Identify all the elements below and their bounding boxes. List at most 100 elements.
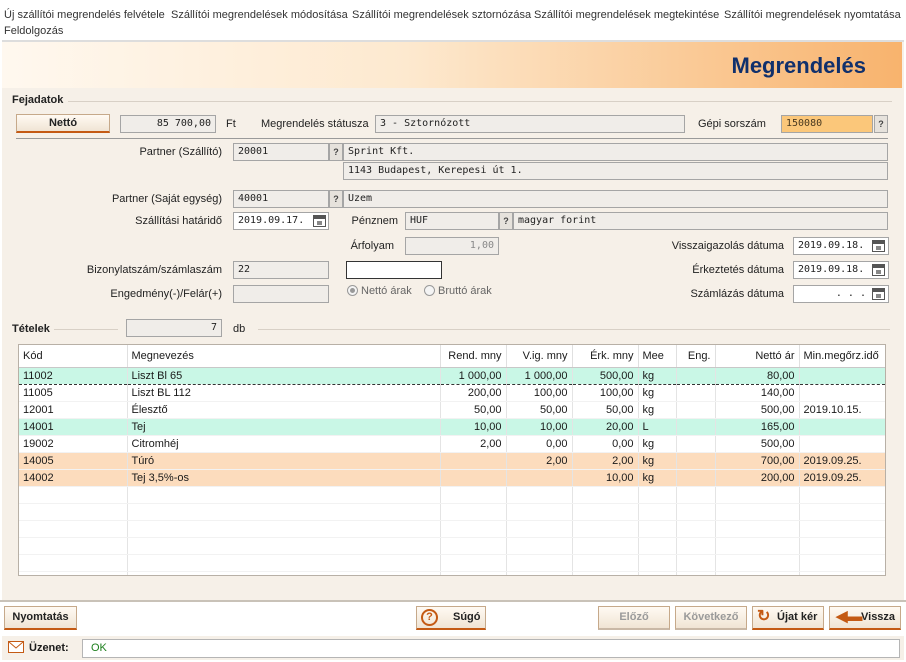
- table-row[interactable]: 14002 Tej 3,5%-os 10,00 kg 200,00 2019.09.25.: [19, 469, 885, 487]
- table-row[interactable]: 19002 Citromhéj 2,00 0,00 0,00 kg 500,00: [19, 435, 885, 453]
- cell-rend[interactable]: [440, 452, 507, 470]
- menu-item-processing[interactable]: Feldolgozás: [4, 25, 63, 37]
- previous-button[interactable]: Előző: [598, 606, 670, 630]
- menu-item-cancel-orders[interactable]: Szállítói megrendelések sztornózása: [352, 9, 531, 21]
- cell-rend[interactable]: 2,00: [440, 435, 507, 453]
- col-header-ordered-qty[interactable]: Rend. mny: [440, 345, 507, 368]
- cell-nev[interactable]: Élesztő: [127, 401, 441, 419]
- cell-eng[interactable]: [676, 418, 716, 436]
- cell-erk[interactable]: 10,00: [572, 469, 639, 487]
- cell-rend[interactable]: 1 000,00: [440, 366, 507, 385]
- cell-kod[interactable]: 12001: [19, 401, 128, 419]
- cell-netto[interactable]: 200,00: [715, 469, 800, 487]
- machine-no-lookup-button[interactable]: ?: [874, 115, 888, 133]
- calendar-icon[interactable]: [872, 240, 885, 252]
- cell-netto[interactable]: 500,00: [715, 435, 800, 453]
- cell-min[interactable]: [799, 384, 885, 402]
- table-row[interactable]: 11005 Liszt BL 112 200,00 100,00 100,00 kg 140…: [19, 384, 885, 402]
- table-row[interactable]: 14005 Túró 2,00 2,00 kg 700,00 2019.09.25.: [19, 452, 885, 470]
- cell-netto[interactable]: 165,00: [715, 418, 800, 436]
- cell-netto[interactable]: 80,00: [715, 366, 800, 385]
- cell-eng[interactable]: [676, 435, 716, 453]
- cell-mee[interactable]: kg: [638, 469, 677, 487]
- radio-gross-prices[interactable]: [424, 285, 435, 296]
- col-header-unit[interactable]: Mee: [638, 345, 677, 368]
- cell-erk[interactable]: 2,00: [572, 452, 639, 470]
- partner-own-code-field[interactable]: 40001: [233, 190, 329, 208]
- cell-eng[interactable]: [676, 452, 716, 470]
- col-header-received-qty[interactable]: Érk. mny: [572, 345, 639, 368]
- calendar-icon[interactable]: [872, 288, 885, 300]
- cell-eng[interactable]: [676, 401, 716, 419]
- cell-erk[interactable]: 20,00: [572, 418, 639, 436]
- cell-kod[interactable]: 14002: [19, 469, 128, 487]
- cell-nev[interactable]: Tej: [127, 418, 441, 436]
- cell-min[interactable]: 2019.10.15.: [799, 401, 885, 419]
- table-row[interactable]: 14001 Tej 10,00 10,00 20,00 L 165,00: [19, 418, 885, 436]
- cell-eng[interactable]: [676, 384, 716, 402]
- menu-item-print-orders[interactable]: Szállítói megrendelések nyomtatása: [724, 9, 901, 21]
- machine-no-field[interactable]: 150080: [781, 115, 873, 133]
- cell-eng[interactable]: [676, 366, 716, 385]
- cell-erk[interactable]: 50,00: [572, 401, 639, 419]
- cell-mee[interactable]: kg: [638, 435, 677, 453]
- netto-toggle-button[interactable]: Nettó: [16, 114, 110, 133]
- col-header-min-shelf-life[interactable]: Min.megőrz.idő: [799, 345, 885, 368]
- cell-nev[interactable]: Liszt Bl 65: [127, 366, 441, 385]
- cell-vig[interactable]: 0,00: [506, 435, 573, 453]
- cell-rend[interactable]: 10,00: [440, 418, 507, 436]
- cell-vig[interactable]: 1 000,00: [506, 366, 573, 385]
- cell-nev[interactable]: Liszt BL 112: [127, 384, 441, 402]
- cell-min[interactable]: [799, 435, 885, 453]
- cell-min[interactable]: 2019.09.25.: [799, 452, 885, 470]
- doc-no-field[interactable]: 22: [233, 261, 329, 279]
- partner-supplier-code-field[interactable]: 20001: [233, 143, 329, 161]
- cell-mee[interactable]: L: [638, 418, 677, 436]
- col-header-discount[interactable]: Eng.: [676, 345, 716, 368]
- cell-kod[interactable]: 19002: [19, 435, 128, 453]
- cell-netto[interactable]: 700,00: [715, 452, 800, 470]
- cell-rend[interactable]: 200,00: [440, 384, 507, 402]
- cell-nev[interactable]: Túró: [127, 452, 441, 470]
- cell-nev[interactable]: Citromhéj: [127, 435, 441, 453]
- col-header-code[interactable]: Kód: [19, 345, 128, 368]
- cell-kod[interactable]: 14005: [19, 452, 128, 470]
- back-button[interactable]: ◀▬ Vissza: [829, 606, 901, 630]
- cell-vig[interactable]: 10,00: [506, 418, 573, 436]
- cell-netto[interactable]: 140,00: [715, 384, 800, 402]
- cell-kod[interactable]: 11005: [19, 384, 128, 402]
- cell-mee[interactable]: kg: [638, 384, 677, 402]
- cell-min[interactable]: [799, 366, 885, 385]
- new-request-button[interactable]: ↻ Újat kér: [752, 606, 824, 630]
- table-row[interactable]: 11002 Liszt Bl 65 1 000,00 1 000,00 500,00 kg…: [19, 366, 885, 385]
- menu-item-modify-orders[interactable]: Szállítói megrendelések módosítása: [171, 9, 348, 21]
- radio-net-prices[interactable]: [347, 285, 358, 296]
- cell-vig[interactable]: 100,00: [506, 384, 573, 402]
- cell-mee[interactable]: kg: [638, 452, 677, 470]
- discount-field[interactable]: [233, 285, 329, 303]
- menu-item-new-order[interactable]: Új szállítói megrendelés felvétele: [4, 9, 165, 21]
- table-row[interactable]: 12001 Élesztő 50,00 50,00 50,00 kg 500,00 2019.…: [19, 401, 885, 419]
- partner-supplier-lookup-button[interactable]: ?: [329, 143, 343, 161]
- cell-erk[interactable]: 500,00: [572, 366, 639, 385]
- next-button[interactable]: Következő: [675, 606, 747, 630]
- col-header-net-price[interactable]: Nettó ár: [715, 345, 800, 368]
- cell-min[interactable]: [799, 418, 885, 436]
- cell-nev[interactable]: Tej 3,5%-os: [127, 469, 441, 487]
- currency-code-field[interactable]: HUF: [405, 212, 499, 230]
- col-header-confirmed-qty[interactable]: V.ig. mny: [506, 345, 573, 368]
- cell-kod[interactable]: 14001: [19, 418, 128, 436]
- col-header-name[interactable]: Megnevezés: [127, 345, 441, 368]
- cell-rend[interactable]: [440, 469, 507, 487]
- cell-kod[interactable]: 11002: [19, 366, 128, 385]
- cell-vig[interactable]: 50,00: [506, 401, 573, 419]
- cell-rend[interactable]: 50,00: [440, 401, 507, 419]
- help-button[interactable]: ? Súgó: [416, 606, 486, 630]
- print-button[interactable]: Nyomtatás: [4, 606, 77, 630]
- cell-eng[interactable]: [676, 469, 716, 487]
- cell-netto[interactable]: 500,00: [715, 401, 800, 419]
- calendar-icon[interactable]: [313, 215, 326, 227]
- cell-mee[interactable]: kg: [638, 366, 677, 385]
- cell-erk[interactable]: 100,00: [572, 384, 639, 402]
- items-table[interactable]: Kód Megnevezés Rend. mny V.ig. mny Érk. …: [18, 344, 886, 576]
